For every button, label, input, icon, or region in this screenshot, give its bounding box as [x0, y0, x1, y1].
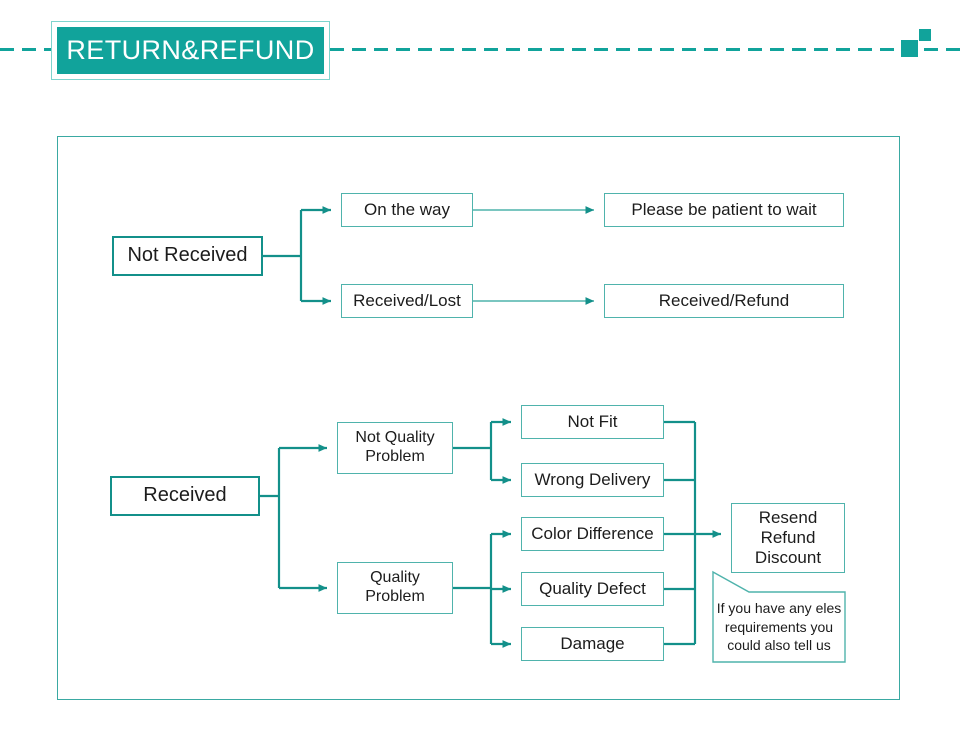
- node-quality-problem[interactable]: Quality Problem: [337, 562, 453, 614]
- node-label: Not Quality Problem: [355, 429, 434, 466]
- node-resend-refund-discount[interactable]: Resend Refund Discount: [731, 503, 845, 573]
- node-label-line-1: Resend: [758, 508, 818, 528]
- node-not-received[interactable]: Not Received: [112, 236, 263, 276]
- callout-note: If you have any eles requirements you co…: [713, 572, 845, 662]
- node-label: Received: [143, 484, 227, 507]
- callout-line-3: could also tell us: [727, 637, 831, 654]
- node-label: Not Received: [127, 244, 248, 267]
- node-not-quality-problem[interactable]: Not Quality Problem: [337, 422, 453, 474]
- node-label: Wrong Delivery: [534, 470, 651, 490]
- node-damage[interactable]: Damage: [521, 627, 664, 661]
- page-title: RETURN&REFUND: [66, 35, 315, 65]
- node-label: Received/Refund: [658, 291, 790, 311]
- node-label: Quality Problem: [365, 569, 425, 606]
- node-wrong-delivery[interactable]: Wrong Delivery: [521, 463, 664, 497]
- node-label-line-1: Quality: [370, 569, 420, 587]
- node-quality-defect[interactable]: Quality Defect: [521, 572, 664, 606]
- node-on-the-way[interactable]: On the way: [341, 193, 473, 227]
- header-banner-fill: RETURN&REFUND: [57, 27, 324, 74]
- node-label-line-3: Discount: [754, 547, 822, 567]
- node-received-lost[interactable]: Received/Lost: [341, 284, 473, 318]
- node-label-line-2: Problem: [365, 588, 425, 605]
- header-banner: RETURN&REFUND: [51, 21, 330, 80]
- node-received-refund[interactable]: Received/Refund: [604, 284, 844, 318]
- callout-line-1: If you have any eles: [716, 600, 842, 617]
- node-please-be-patient-to-wait[interactable]: Please be patient to wait: [604, 193, 844, 227]
- page-header: RETURN&REFUND: [0, 0, 960, 110]
- decoration-square-large-icon: [901, 40, 918, 57]
- node-label-line-2: Problem: [365, 448, 425, 465]
- node-color-difference[interactable]: Color Difference: [521, 517, 664, 551]
- node-label: Quality Defect: [539, 579, 646, 599]
- node-label: Damage: [560, 634, 625, 654]
- callout-note-text: If you have any eles requirements you co…: [713, 592, 845, 662]
- node-label: Received/Lost: [353, 291, 461, 311]
- node-not-fit[interactable]: Not Fit: [521, 405, 664, 439]
- decoration-square-small-icon: [919, 29, 931, 41]
- callout-line-2: requirements you: [724, 618, 834, 635]
- node-label: Color Difference: [531, 524, 654, 544]
- node-label: Resend Refund Discount: [755, 508, 821, 567]
- node-label: Please be patient to wait: [631, 200, 817, 220]
- node-label: On the way: [364, 200, 450, 220]
- node-received[interactable]: Received: [110, 476, 260, 516]
- node-label-line-2: Refund: [760, 528, 816, 548]
- node-label: Not Fit: [567, 412, 618, 432]
- node-label-line-1: Not Quality: [355, 429, 435, 447]
